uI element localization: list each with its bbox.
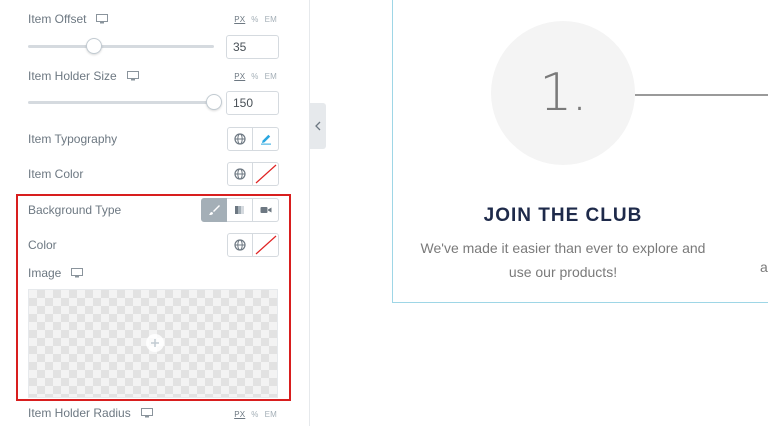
item-offset-slider[interactable] [28,45,214,48]
desktop-icon[interactable] [126,71,139,81]
item-offset-units: PX % EM [234,15,277,24]
edit-typography-button[interactable] [253,127,279,151]
globe-icon [234,168,246,180]
next-step-description: a [760,259,768,275]
desktop-icon[interactable] [140,408,153,418]
unit-em[interactable]: EM [265,15,277,24]
global-color-button[interactable] [227,162,253,186]
item-holder-size-slider[interactable] [28,101,214,104]
unit-em[interactable]: EM [265,72,277,81]
item-offset-label: Item Offset [28,12,109,26]
item-color-label: Item Color [28,167,84,181]
item-color-controls [227,162,279,186]
item-holder-size-slider-handle[interactable] [206,94,222,110]
item-holder-size-input[interactable]: 150 [226,91,279,115]
pencil-icon [260,134,271,145]
step-description: We've made it easier than ever to explor… [420,240,706,280]
chevron-left-icon [315,121,321,131]
step-number: 1. [539,63,588,123]
step-connector-line [635,94,768,96]
no-color-icon [255,164,276,184]
item-offset-input[interactable]: 35 [226,35,279,59]
unit-percent[interactable]: % [251,410,258,419]
globe-icon [234,133,246,145]
highlight-box [16,194,291,401]
item-holder-size-units: PX % EM [234,72,277,81]
item-typography-label: Item Typography [28,132,118,146]
unit-percent[interactable]: % [251,15,258,24]
unit-em[interactable]: EM [265,410,277,419]
item-offset-slider-handle[interactable] [86,38,102,54]
item-color-swatch[interactable] [253,162,279,186]
collapse-panel-button[interactable] [310,103,326,149]
unit-px[interactable]: PX [234,72,245,81]
desktop-icon[interactable] [96,14,109,24]
item-holder-size-label: Item Holder Size [28,69,139,83]
item-typography-controls [227,127,279,151]
item-holder-radius-label: Item Holder Radius [28,406,153,420]
unit-px[interactable]: PX [234,15,245,24]
step-title: JOIN THE CLUB [483,205,643,226]
style-panel: Item Offset PX % EM 35 Item Holder Size … [0,0,310,426]
item-holder-radius-units: PX % EM [234,410,277,419]
unit-px[interactable]: PX [234,410,245,419]
unit-percent[interactable]: % [251,72,258,81]
global-typography-button[interactable] [227,127,253,151]
step-number-holder: 1. [491,21,635,165]
